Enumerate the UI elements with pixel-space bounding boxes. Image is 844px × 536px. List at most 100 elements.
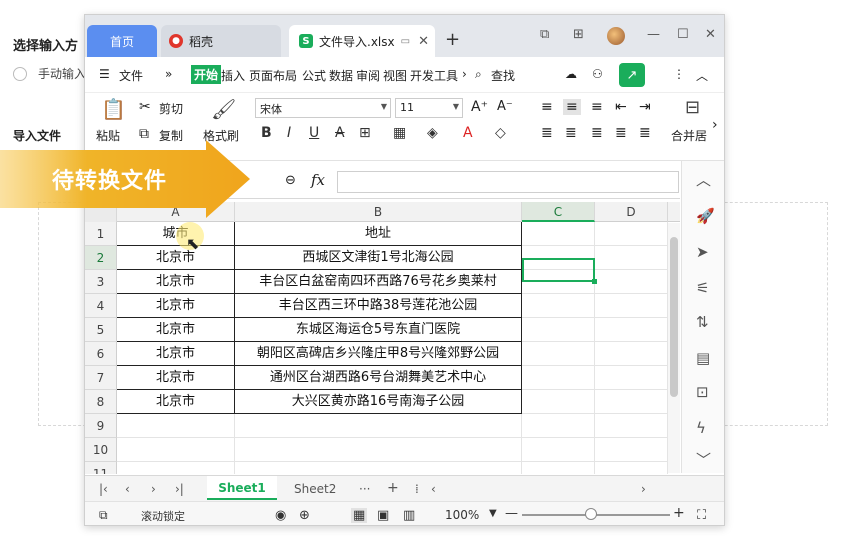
- zoom-cell-icon[interactable]: ⊖: [285, 173, 296, 188]
- close-window-icon[interactable]: ✕: [705, 27, 716, 42]
- row-header[interactable]: 10: [85, 438, 117, 462]
- indent-decrease-icon[interactable]: ⇤: [615, 99, 627, 115]
- tab-daoke[interactable]: ● 稻壳: [161, 25, 281, 57]
- rocket-icon[interactable]: 🚀: [696, 207, 715, 225]
- tab-splitter-icon[interactable]: ⁞: [415, 482, 419, 496]
- underline-icon[interactable]: U: [309, 125, 319, 141]
- cell-d11[interactable]: [595, 462, 668, 474]
- cell-b5[interactable]: 东城区海运仓5号东直门医院: [235, 318, 522, 342]
- macro-icon[interactable]: ⧉: [99, 508, 108, 523]
- cell-b6[interactable]: 朝阳区高碑店乡兴隆庄甲8号兴隆郊野公园: [235, 342, 522, 366]
- cell-d3[interactable]: [595, 270, 668, 294]
- user-add-icon[interactable]: ⚇: [592, 67, 603, 81]
- paste-icon[interactable]: 📋: [101, 97, 126, 121]
- menu-scroll-right-icon[interactable]: ›: [462, 67, 467, 81]
- share-button[interactable]: ↗: [619, 63, 645, 87]
- more-options-icon[interactable]: ⋮: [673, 67, 685, 81]
- zoom-out-icon[interactable]: —: [505, 506, 518, 521]
- sidebar-expand-icon[interactable]: ﹀: [696, 449, 711, 470]
- clear-format-icon[interactable]: ◇: [495, 125, 506, 141]
- prev-sheet-icon[interactable]: ‹: [125, 482, 130, 496]
- row-header[interactable]: 1: [85, 222, 117, 246]
- cell-d10[interactable]: [595, 438, 668, 462]
- page-break-view-icon[interactable]: ▥: [403, 508, 415, 523]
- cell-d8[interactable]: [595, 390, 668, 414]
- row-header[interactable]: 7: [85, 366, 117, 390]
- sheet-tab-sheet1[interactable]: Sheet1: [207, 476, 277, 500]
- fx-label[interactable]: fx: [311, 171, 325, 189]
- collapse-ribbon-icon[interactable]: ︿: [696, 67, 708, 84]
- cell-a2[interactable]: 北京市: [117, 246, 235, 270]
- fill-handle[interactable]: [592, 279, 597, 284]
- border-icon[interactable]: ⊞: [359, 125, 371, 141]
- cell-b1[interactable]: 地址: [235, 222, 522, 246]
- sidebar-collapse-icon[interactable]: ︿: [696, 169, 711, 190]
- align-middle-icon[interactable]: ≡: [563, 99, 581, 115]
- cell-d4[interactable]: [595, 294, 668, 318]
- scroll-lock-label[interactable]: 滚动锁定: [141, 508, 185, 524]
- align-bottom-icon[interactable]: ≡: [591, 99, 603, 115]
- formula-input[interactable]: [337, 171, 679, 193]
- cell-d7[interactable]: [595, 366, 668, 390]
- cell-a10[interactable]: [117, 438, 235, 462]
- bold-icon[interactable]: B: [261, 125, 272, 141]
- menu-data[interactable]: 数据: [329, 67, 353, 84]
- transfer-icon[interactable]: ⇅: [696, 313, 709, 331]
- menu-file[interactable]: 文件: [119, 67, 143, 84]
- row-header[interactable]: 5: [85, 318, 117, 342]
- distributed-icon[interactable]: ≣: [639, 125, 651, 141]
- cell-c5[interactable]: [522, 318, 595, 342]
- cell-a3[interactable]: 北京市: [117, 270, 235, 294]
- ribbon-scroll-right-icon[interactable]: ›: [712, 117, 718, 133]
- hamburger-icon[interactable]: ☰: [99, 67, 110, 81]
- zoom-slider-knob[interactable]: [585, 508, 597, 520]
- manual-input-radio[interactable]: [13, 67, 27, 81]
- align-left-icon[interactable]: ≣: [541, 125, 553, 141]
- cell-b9[interactable]: [235, 414, 522, 438]
- menu-page-layout[interactable]: 页面布局: [249, 67, 297, 84]
- chart-icon[interactable]: ⊡: [696, 383, 709, 401]
- add-sheet-icon[interactable]: +: [387, 480, 399, 496]
- normal-view-icon[interactable]: ▦: [351, 508, 368, 523]
- active-cell-c2[interactable]: [522, 258, 597, 284]
- justify-icon[interactable]: ≣: [615, 125, 627, 141]
- document-icon[interactable]: ▤: [696, 349, 710, 367]
- cell-b7[interactable]: 通州区台湖西路6号台湖舞美艺术中心: [235, 366, 522, 390]
- cut-icon[interactable]: ✂: [139, 99, 151, 115]
- screen-icon[interactable]: ▭: [401, 36, 410, 47]
- cell-a7[interactable]: 北京市: [117, 366, 235, 390]
- cell-b4[interactable]: 丰台区西三环中路38号莲花池公园: [235, 294, 522, 318]
- apps-grid-icon[interactable]: ⊞: [573, 27, 584, 42]
- cell-d6[interactable]: [595, 342, 668, 366]
- row-header[interactable]: 8: [85, 390, 117, 414]
- locate-icon[interactable]: ⊕: [299, 508, 310, 523]
- more-sheets-icon[interactable]: ···: [359, 482, 370, 496]
- avatar[interactable]: [607, 27, 625, 45]
- tab-home[interactable]: 首页: [87, 25, 157, 57]
- next-sheet-icon[interactable]: ›: [151, 482, 156, 496]
- cell-a4[interactable]: 北京市: [117, 294, 235, 318]
- h-scroll-right-icon[interactable]: ›: [641, 482, 646, 496]
- sheet-tab-sheet2[interactable]: Sheet2: [294, 482, 336, 496]
- cell-b11[interactable]: [235, 462, 522, 474]
- maximize-icon[interactable]: ☐: [677, 27, 689, 42]
- vertical-scrollbar[interactable]: [668, 223, 680, 473]
- close-tab-icon[interactable]: ✕: [418, 34, 429, 49]
- row-header[interactable]: 11: [85, 462, 117, 474]
- font-decrease-icon[interactable]: A⁻: [497, 99, 513, 114]
- page-view-icon[interactable]: ▣: [377, 508, 389, 523]
- column-header-c[interactable]: C: [522, 202, 595, 222]
- new-tab-icon[interactable]: +: [445, 29, 460, 50]
- align-right-icon[interactable]: ≣: [591, 125, 603, 141]
- cell-a11[interactable]: [117, 462, 235, 474]
- search-label[interactable]: 查找: [491, 67, 515, 84]
- font-color-icon[interactable]: A: [463, 125, 473, 141]
- zoom-value[interactable]: 100%: [445, 508, 479, 522]
- cell-a6[interactable]: 北京市: [117, 342, 235, 366]
- cloud-icon[interactable]: ☁: [565, 67, 577, 81]
- cut-label[interactable]: 剪切: [159, 100, 183, 117]
- menu-developer[interactable]: 开发工具: [410, 67, 458, 84]
- zoom-dropdown-icon[interactable]: ▼: [489, 508, 497, 519]
- search-icon[interactable]: ⌕: [475, 67, 482, 82]
- menu-review[interactable]: 审阅: [356, 67, 380, 84]
